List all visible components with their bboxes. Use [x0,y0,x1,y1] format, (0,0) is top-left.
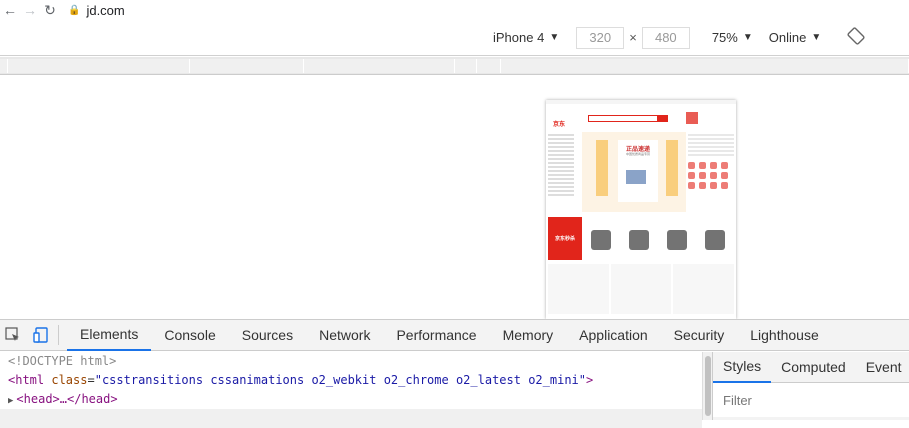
recommend-sections[interactable] [546,264,736,314]
styles-pane: Styles Computed Event Filter [712,352,909,420]
tab-memory[interactable]: Memory [490,320,567,351]
network-throttle-select[interactable]: Online ▼ [769,30,821,45]
emulated-viewport: 京东 正品速递 中国优质商品专营 京东秒杀 [0,76,909,319]
dom-node-html[interactable]: <html class="csstransitions cssanimation… [0,371,702,390]
head-tag: <head>…</head> [16,392,118,406]
lock-icon[interactable]: 🔒 [68,5,80,16]
service-icons[interactable] [688,162,734,189]
device-select[interactable]: iPhone 4 ▼ [493,30,559,45]
category-list[interactable] [548,132,580,215]
mobile-main-area: 正品速递 中国优质商品专营 [546,132,736,215]
tab-event-listeners[interactable]: Event [856,352,909,383]
html-tag-close: > [586,373,594,387]
html-class-value: "csstransitions cssanimations o2_webkit … [94,373,586,387]
ruler-segment[interactable] [501,59,909,73]
seckill-label[interactable]: 京东秒杀 [548,217,582,260]
expand-triangle-icon[interactable]: ▶ [8,396,13,406]
scrollbar-thumb[interactable] [705,356,711,416]
zoom-select[interactable]: 75% ▼ [712,30,753,45]
product-image [626,170,646,184]
ruler-segment[interactable] [190,59,304,73]
ruler-segment[interactable] [477,59,501,73]
network-value: Online [768,30,807,45]
tab-sources[interactable]: Sources [229,320,306,351]
chevron-down-icon: ▼ [742,32,753,43]
mobile-search-input[interactable] [588,114,658,122]
html-class-attr: class [51,373,88,387]
dom-node-doctype[interactable]: <!DOCTYPE html> [0,352,702,371]
jd-logo[interactable]: 京东 [550,108,568,128]
tab-security[interactable]: Security [661,320,738,351]
doctype-text: <!DOCTYPE html> [8,354,117,368]
browser-address-bar: ← → ↻ 🔒 jd.com [0,0,909,20]
reload-icon[interactable]: ↻ [40,0,60,20]
mobile-header: 京东 [546,104,736,132]
toolbar-divider [58,325,59,345]
devtools-tab-bar: Elements Console Sources Network Perform… [0,319,909,351]
dimension-separator: × [629,30,637,45]
seckill-goods[interactable] [582,217,734,262]
device-toggle-icon[interactable] [32,326,50,344]
seckill-row: 京东秒杀 [546,217,736,262]
news-panel [688,132,734,215]
url-text[interactable]: jd.com [86,3,124,18]
tab-lighthouse[interactable]: Lighthouse [737,320,832,351]
device-toolbar: iPhone 4 ▼ 320 × 480 75% ▼ Online ▼ [0,20,909,56]
device-name: iPhone 4 [493,30,545,45]
dom-node-body[interactable] [0,409,702,428]
rotate-button[interactable] [847,27,865,48]
tab-application[interactable]: Application [566,320,661,351]
height-input[interactable]: 480 [641,26,690,49]
mobile-search-button[interactable] [658,114,668,122]
ruler-segment[interactable] [455,59,477,73]
chevron-down-icon: ▼ [549,32,560,43]
tab-network[interactable]: Network [306,320,383,351]
tab-computed[interactable]: Computed [771,352,856,383]
tab-elements[interactable]: Elements [67,320,152,351]
html-tag: <html [8,373,45,387]
elements-scrollbar[interactable] [702,352,712,420]
width-input[interactable]: 320 [576,26,625,49]
media-query-ruler[interactable] [0,57,909,75]
zoom-value: 75% [711,30,738,45]
back-arrow-icon[interactable]: ← [0,0,20,20]
tab-console[interactable]: Console [151,320,228,351]
qr-code-icon [686,112,698,124]
forward-arrow-icon[interactable]: → [20,0,40,20]
mobile-page-preview[interactable]: 京东 正品速递 中国优质商品专营 京东秒杀 [546,100,736,319]
styles-tab-bar: Styles Computed Event [713,352,909,383]
ruler-segment[interactable] [8,59,190,73]
inspect-element-icon[interactable] [4,326,22,344]
banner-subtitle: 中国优质商品专营 [625,152,650,156]
tab-styles[interactable]: Styles [713,352,772,383]
chevron-down-icon: ▼ [811,32,822,43]
ruler-segment[interactable] [304,59,455,73]
rotate-icon [847,27,865,45]
styles-filter-input[interactable]: Filter [713,383,909,417]
ruler-segment[interactable] [0,59,8,73]
tab-performance[interactable]: Performance [383,320,489,351]
elements-dom-tree: <!DOCTYPE html> <html class="csstransiti… [0,352,702,428]
dom-node-head[interactable]: ▶ <head>…</head> [0,390,702,409]
promo-banner[interactable]: 正品速递 中国优质商品专营 [582,132,686,212]
